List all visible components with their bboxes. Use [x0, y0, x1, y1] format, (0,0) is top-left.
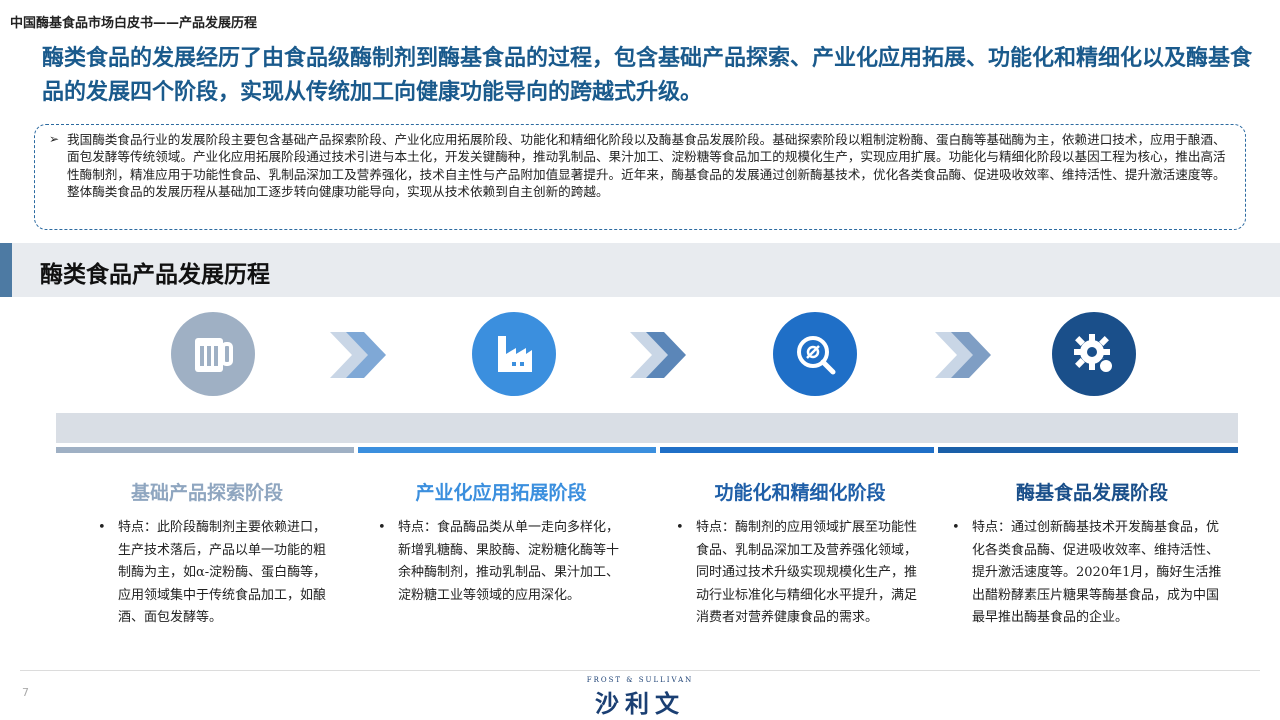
stage-3-text: 特点：酶制剂的应用领域扩展至功能性食品、乳制品深加工及营养强化领域，同时通过技术…	[696, 520, 918, 626]
stage-1-body: • 特点：此阶段酶制剂主要依赖进口，生产技术落后，产品以单一功能的粗制酶为主，如…	[98, 517, 328, 630]
timeline-segment-2	[358, 447, 656, 453]
stage-2-body: • 特点：食品酶品类从单一走向多样化，新增乳糖酶、果胶酶、淀粉糖化酶等十余种酶制…	[378, 517, 628, 607]
timeline-segment-3	[660, 447, 934, 453]
factory-icon	[472, 312, 556, 396]
timeline-band	[56, 413, 1238, 443]
timeline-segment-1	[56, 447, 354, 453]
gear-icon	[1052, 312, 1136, 396]
bullet: •	[952, 520, 960, 535]
stage-4-text: 特点：通过创新酶基技术开发酶基食品，优化各类食品酶、促进吸收效率、维持活性、提升…	[972, 520, 1222, 626]
stage-2-text: 特点：食品酶品类从单一走向多样化，新增乳糖酶、果胶酶、淀粉糖化酶等十余种酶制剂，…	[398, 520, 620, 603]
stage-4-title: 酶基食品发展阶段	[1015, 482, 1168, 504]
logo-english: FROST & SULLIVAN	[586, 676, 694, 684]
headline: 酶类食品的发展经历了由食品级酶制剂到酶基食品的过程，包含基础产品探索、产业化应用…	[42, 46, 1253, 105]
section-header: 酶类食品产品发展历程	[0, 243, 1280, 297]
bullet: •	[676, 520, 684, 535]
logo-chinese: 沙利文	[595, 690, 685, 718]
stage-1-title: 基础产品探索阶段	[130, 482, 283, 504]
beer-mug-icon	[171, 312, 255, 396]
page-number: 7	[22, 686, 29, 699]
bullet: •	[378, 520, 386, 535]
stage-4-body: • 特点：通过创新酶基技术开发酶基食品，优化各类食品酶、促进吸收效率、维持活性、…	[952, 517, 1228, 630]
stage-2-title: 产业化应用拓展阶段	[415, 482, 587, 504]
footer-divider	[20, 670, 1260, 671]
timeline-segment-4	[938, 447, 1238, 453]
stage-1-text: 特点：此阶段酶制剂主要依赖进口，生产技术落后，产品以单一功能的粗制酶为主，如α-…	[118, 520, 327, 626]
stage-3-title: 功能化和精细化阶段	[714, 482, 886, 504]
chevron-right-icon	[630, 332, 686, 378]
stage-3-body: • 特点：酶制剂的应用领域扩展至功能性食品、乳制品深加工及营养强化领域，同时通过…	[676, 517, 926, 630]
chevron-right-icon	[330, 332, 386, 378]
summary-text: 我国酶类食品行业的发展阶段主要包含基础产品探索阶段、产业化应用拓展阶段、功能化和…	[67, 132, 1226, 200]
section-title: 酶类食品产品发展历程	[40, 261, 270, 288]
summary-box: ➢ 我国酶类食品行业的发展阶段主要包含基础产品探索阶段、产业化应用拓展阶段、功能…	[34, 124, 1246, 230]
document-title: 中国酶基食品市场白皮书——产品发展历程	[10, 16, 258, 31]
bullet: •	[98, 520, 106, 535]
magnifier-icon	[773, 312, 857, 396]
section-accent	[0, 243, 12, 297]
arrow-bullet-icon: ➢	[49, 132, 60, 146]
chevron-right-icon	[935, 332, 991, 378]
